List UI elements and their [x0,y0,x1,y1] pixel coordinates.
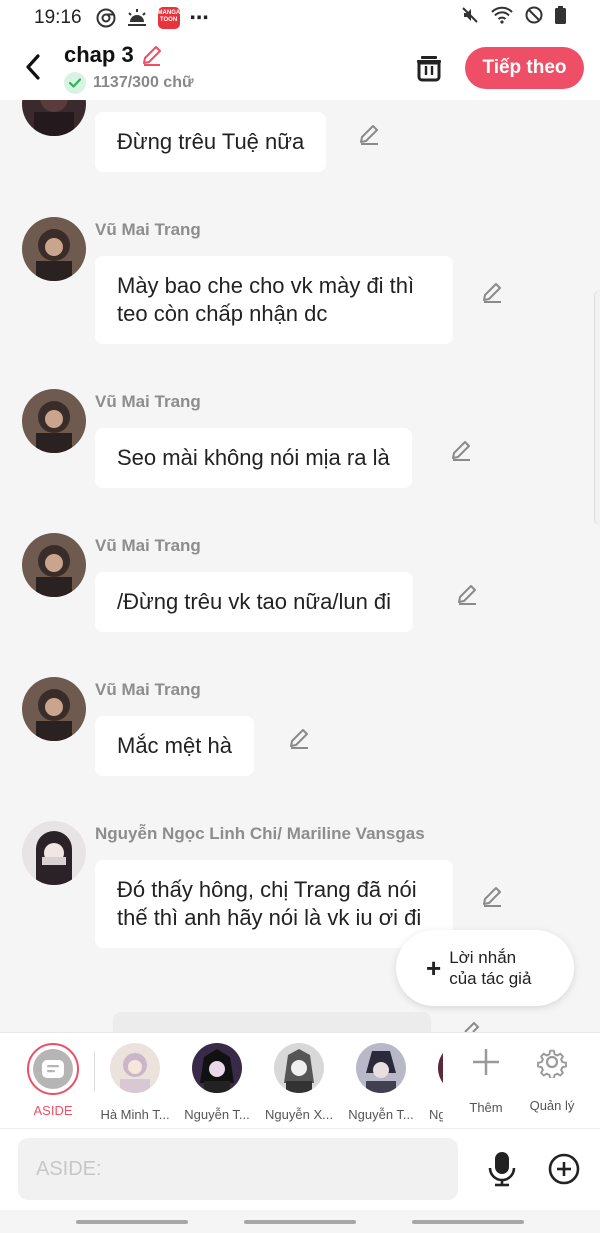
chapter-title-row[interactable]: chap 3 [64,42,194,68]
character-item[interactable]: Nguyễn X... [259,1043,339,1122]
edit-message-icon[interactable] [479,883,505,909]
avatar[interactable] [22,821,86,885]
edit-message-icon[interactable] [286,725,312,751]
sender-name: Vũ Mai Trang [95,680,201,699]
editor-header: chap 3 1137/300 chữ Tiếp theo [0,36,600,100]
manage-label: Quản lý [529,1098,575,1113]
mute-icon [461,6,479,30]
plus-circle-icon [548,1153,580,1185]
character-name: Nguyễn T... [184,1107,250,1122]
trash-icon [417,56,441,82]
message-bubble[interactable]: Mắc mệt hà [95,716,254,776]
avatar[interactable] [22,533,86,597]
character-item[interactable]: Nguyễn T... [341,1043,421,1122]
block-icon [525,6,543,30]
gear-icon [537,1049,567,1080]
sender-name: Vũ Mai Trang [95,392,201,411]
aside-label: ASIDE [33,1103,73,1118]
next-button[interactable]: Tiếp theo [465,47,584,89]
message-text: Đó thấy hông, chị Trang đã nói thế thì a… [117,877,422,930]
plus-icon: + [426,953,442,983]
edit-message-icon[interactable] [356,121,382,147]
character-item[interactable]: Hà Minh T... [95,1043,175,1122]
edit-message-icon[interactable] [454,581,480,607]
trash-button[interactable] [414,52,444,82]
avatar[interactable] [22,389,86,453]
back-button[interactable] [20,50,46,84]
avatar[interactable] [22,677,86,741]
edit-message-icon [464,1021,480,1032]
message-bubble[interactable]: Mày bao che cho vk mày đi thì teo còn ch… [95,256,453,344]
character-item[interactable]: Nguyễn T... [177,1043,257,1122]
status-time: 19:16 [34,7,82,28]
character-avatar [274,1043,324,1093]
character-name: Nguyễn X... [265,1107,333,1122]
scrollbar[interactable] [594,290,600,525]
microphone-icon [488,1152,516,1187]
status-bar: 19:16 MANGA TOON ⋯ [0,0,600,36]
edit-message-icon[interactable] [479,279,505,305]
add-character-button[interactable]: Thêm [455,1043,517,1115]
chrome-icon [96,8,116,28]
character-name: Ng [429,1107,443,1122]
battery-icon [555,6,566,30]
manage-characters-button[interactable]: Quản lý [521,1043,583,1113]
microphone-button[interactable] [487,1151,517,1187]
message-text: Mày bao che cho vk mày đi thì teo còn ch… [117,273,415,326]
character-avatar [192,1043,242,1093]
character-name: Hà Minh T... [100,1107,170,1122]
message-input[interactable] [18,1138,458,1200]
system-nav-bar [0,1210,600,1233]
more-dots-icon: ⋯ [189,7,211,29]
input-bar [0,1128,600,1210]
avatar[interactable] [22,100,86,136]
character-avatar [438,1043,443,1093]
message-bubble[interactable]: Đừng trêu Tuệ nữa [95,112,327,172]
aside-character-button[interactable] [27,1043,79,1095]
message-text: /Đừng trêu vk tao nữa/lun đi [117,589,392,614]
nav-home-handle[interactable] [244,1220,356,1224]
attach-button[interactable] [548,1153,580,1185]
check-icon [64,72,86,94]
plus-icon [473,1049,499,1075]
chat-area[interactable]: Đừng trêu Tuệ nữa Vũ Mai Trang Mày bao c… [0,100,600,1032]
character-avatar [110,1043,160,1093]
add-label: Thêm [469,1100,503,1115]
nav-back-handle[interactable] [412,1220,524,1224]
word-count-row: 1137/300 chữ [64,72,194,94]
message-bubble[interactable]: /Đừng trêu vk tao nữa/lun đi [95,572,414,632]
weather-icon [126,8,148,28]
edit-message-icon[interactable] [448,437,474,463]
chapter-title-block: chap 3 1137/300 chữ [64,42,194,94]
message-text: Mắc mệt hà [117,733,232,758]
aside-icon [33,1049,73,1089]
mangatoon-app-icon: MANGA TOON [157,7,180,29]
chapter-title: chap 3 [64,42,134,67]
character-name: Nguyễn T... [348,1107,414,1122]
nav-recents-handle[interactable] [76,1220,188,1224]
message-text: Đừng trêu Tuệ nữa [117,129,305,154]
chevron-left-icon [26,54,40,80]
word-count: 1137/300 chữ [93,74,194,91]
sender-name: Vũ Mai Trang [95,536,201,555]
character-bar: ASIDE Hà Minh T... Nguyễn T... Nguyễn X.… [0,1032,600,1128]
wifi-icon [491,6,513,30]
author-note-label: Lời nhắn của tác giả [449,948,532,988]
sender-name: Nguyễn Ngọc Linh Chi/ Mariline Vansgas [95,824,425,843]
character-item[interactable]: Ng [423,1043,443,1122]
message-bubble[interactable]: Đó thấy hông, chị Trang đã nói thế thì a… [95,860,453,948]
avatar[interactable] [22,217,86,281]
pencil-icon[interactable] [140,43,164,67]
message-text: Seo mài không nói mịa ra là [117,445,390,470]
author-note-button[interactable]: + Lời nhắn của tác giả [396,930,574,1006]
sender-name: Vũ Mai Trang [95,220,201,239]
character-avatar [356,1043,406,1093]
message-bubble[interactable]: Seo mài không nói mịa ra là [95,428,412,488]
